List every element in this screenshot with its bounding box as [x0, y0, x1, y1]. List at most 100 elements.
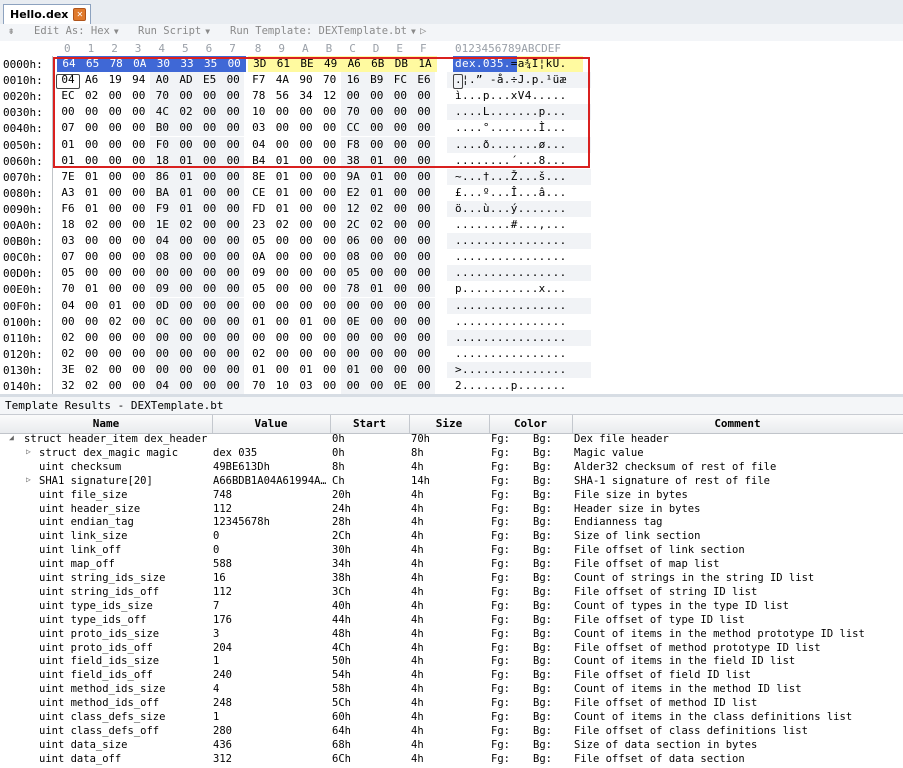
run-template-dropdown[interactable]: Run Template: DEXTemplate.bt ▼: [230, 25, 416, 37]
ascii-text[interactable]: p...........x...: [455, 281, 567, 297]
hex-byte[interactable]: 0D: [151, 298, 173, 314]
hex-byte[interactable]: 00: [81, 265, 103, 281]
hex-byte[interactable]: 02: [57, 330, 79, 346]
hex-byte[interactable]: 02: [81, 378, 103, 394]
hex-byte[interactable]: 05: [342, 265, 364, 281]
hex-byte[interactable]: 01: [175, 185, 197, 201]
column-separator[interactable]: [409, 415, 410, 433]
hex-byte[interactable]: 00: [222, 185, 244, 201]
hex-byte[interactable]: 00: [366, 314, 388, 330]
hex-byte[interactable]: 02: [81, 362, 103, 378]
hex-byte[interactable]: FD: [248, 201, 270, 217]
hex-byte[interactable]: 00: [413, 265, 435, 281]
hex-byte[interactable]: 00: [128, 265, 150, 281]
hex-byte[interactable]: 00: [222, 249, 244, 265]
hex-byte[interactable]: 86: [151, 169, 173, 185]
hex-byte[interactable]: 00: [222, 233, 244, 249]
hex-byte[interactable]: 00: [271, 362, 293, 378]
ascii-text[interactable]: £...º...Î...â...: [455, 185, 567, 201]
hex-byte[interactable]: 00: [295, 233, 317, 249]
hex-byte[interactable]: 00: [319, 169, 341, 185]
column-header-comment[interactable]: Comment: [572, 417, 903, 430]
hex-byte[interactable]: 00: [199, 330, 221, 346]
collapsed-icon[interactable]: ▷: [26, 475, 31, 484]
column-header-size[interactable]: Size: [409, 417, 489, 430]
hex-byte[interactable]: 00: [389, 346, 411, 362]
hex-byte[interactable]: 00: [413, 314, 435, 330]
hex-byte[interactable]: 04: [151, 233, 173, 249]
hex-byte[interactable]: 00: [128, 330, 150, 346]
hex-byte[interactable]: 09: [151, 281, 173, 297]
template-row[interactable]: ▷ SHA1 signature[20] A66BDB1A04A61994A… Ch 1…: [0, 475, 903, 489]
hex-byte[interactable]: 00: [319, 281, 341, 297]
hex-byte[interactable]: 00: [222, 378, 244, 394]
hex-byte[interactable]: 00: [389, 185, 411, 201]
hex-byte[interactable]: 00: [199, 362, 221, 378]
hex-byte[interactable]: 00: [104, 217, 126, 233]
ascii-text[interactable]: ................: [455, 330, 567, 346]
close-icon[interactable]: ✕: [73, 8, 87, 21]
hex-byte[interactable]: 00: [222, 217, 244, 233]
template-row[interactable]: uint method_ids_off 248 5Ch 4h Fg: Bg: File of…: [0, 697, 903, 711]
hex-byte[interactable]: 00: [175, 249, 197, 265]
hex-byte[interactable]: 02: [366, 201, 388, 217]
hex-byte[interactable]: 00: [413, 330, 435, 346]
hex-byte[interactable]: 18: [57, 217, 79, 233]
hex-byte[interactable]: 01: [175, 169, 197, 185]
hex-byte[interactable]: 00: [319, 378, 341, 394]
hex-byte[interactable]: 00: [248, 330, 270, 346]
hex-byte[interactable]: 06: [342, 233, 364, 249]
hex-byte[interactable]: 1E: [151, 217, 173, 233]
column-separator[interactable]: [572, 415, 573, 433]
hex-byte[interactable]: 00: [81, 233, 103, 249]
hex-byte[interactable]: 00: [413, 298, 435, 314]
hex-byte[interactable]: 00: [413, 249, 435, 265]
hex-byte[interactable]: 01: [81, 281, 103, 297]
ascii-text[interactable]: >...............: [455, 362, 567, 378]
ascii-text[interactable]: ................: [455, 249, 567, 265]
hex-byte[interactable]: 01: [366, 281, 388, 297]
hex-byte[interactable]: 00: [151, 265, 173, 281]
template-row[interactable]: uint link_off 0 30h 4h Fg: Bg: File offset of …: [0, 544, 903, 558]
hex-byte[interactable]: 00: [319, 346, 341, 362]
hex-byte[interactable]: 00: [222, 362, 244, 378]
hex-byte[interactable]: 01: [81, 185, 103, 201]
hex-byte[interactable]: 07: [57, 249, 79, 265]
hex-byte[interactable]: 00: [389, 201, 411, 217]
hex-byte[interactable]: 00: [199, 201, 221, 217]
hex-byte[interactable]: 00: [222, 346, 244, 362]
hex-byte[interactable]: 00: [104, 201, 126, 217]
hex-byte[interactable]: 00: [389, 362, 411, 378]
hex-byte[interactable]: 02: [248, 346, 270, 362]
ascii-text[interactable]: ö...ù...ý.......: [455, 201, 567, 217]
hex-byte[interactable]: 00: [389, 233, 411, 249]
hex-byte[interactable]: 00: [128, 201, 150, 217]
hex-byte[interactable]: 0A: [248, 249, 270, 265]
hex-byte[interactable]: 00: [295, 201, 317, 217]
hex-byte[interactable]: 00: [104, 281, 126, 297]
hex-byte[interactable]: 00: [222, 281, 244, 297]
hex-byte[interactable]: 00: [199, 346, 221, 362]
hex-byte[interactable]: 00: [104, 233, 126, 249]
column-header-name[interactable]: Name: [0, 417, 212, 430]
hex-byte[interactable]: 02: [175, 217, 197, 233]
hex-byte[interactable]: 00: [175, 378, 197, 394]
hex-byte[interactable]: 78: [342, 281, 364, 297]
hex-byte[interactable]: 00: [128, 169, 150, 185]
hex-byte[interactable]: 70: [57, 281, 79, 297]
hex-byte[interactable]: 9A: [342, 169, 364, 185]
hex-byte[interactable]: E2: [342, 185, 364, 201]
ascii-text[interactable]: ................: [455, 233, 567, 249]
column-header-value[interactable]: Value: [212, 417, 330, 430]
hex-byte[interactable]: F6: [57, 201, 79, 217]
hex-byte[interactable]: 00: [222, 330, 244, 346]
template-row[interactable]: uint string_ids_size 16 38h 4h Fg: Bg: Count o…: [0, 572, 903, 586]
hex-byte[interactable]: 00: [128, 217, 150, 233]
hex-byte[interactable]: A3: [57, 185, 79, 201]
hex-byte[interactable]: 32: [57, 378, 79, 394]
hex-byte[interactable]: 01: [271, 185, 293, 201]
hex-byte[interactable]: 00: [413, 362, 435, 378]
hex-byte[interactable]: 04: [151, 378, 173, 394]
hex-byte[interactable]: 00: [104, 362, 126, 378]
hex-byte[interactable]: 00: [366, 346, 388, 362]
